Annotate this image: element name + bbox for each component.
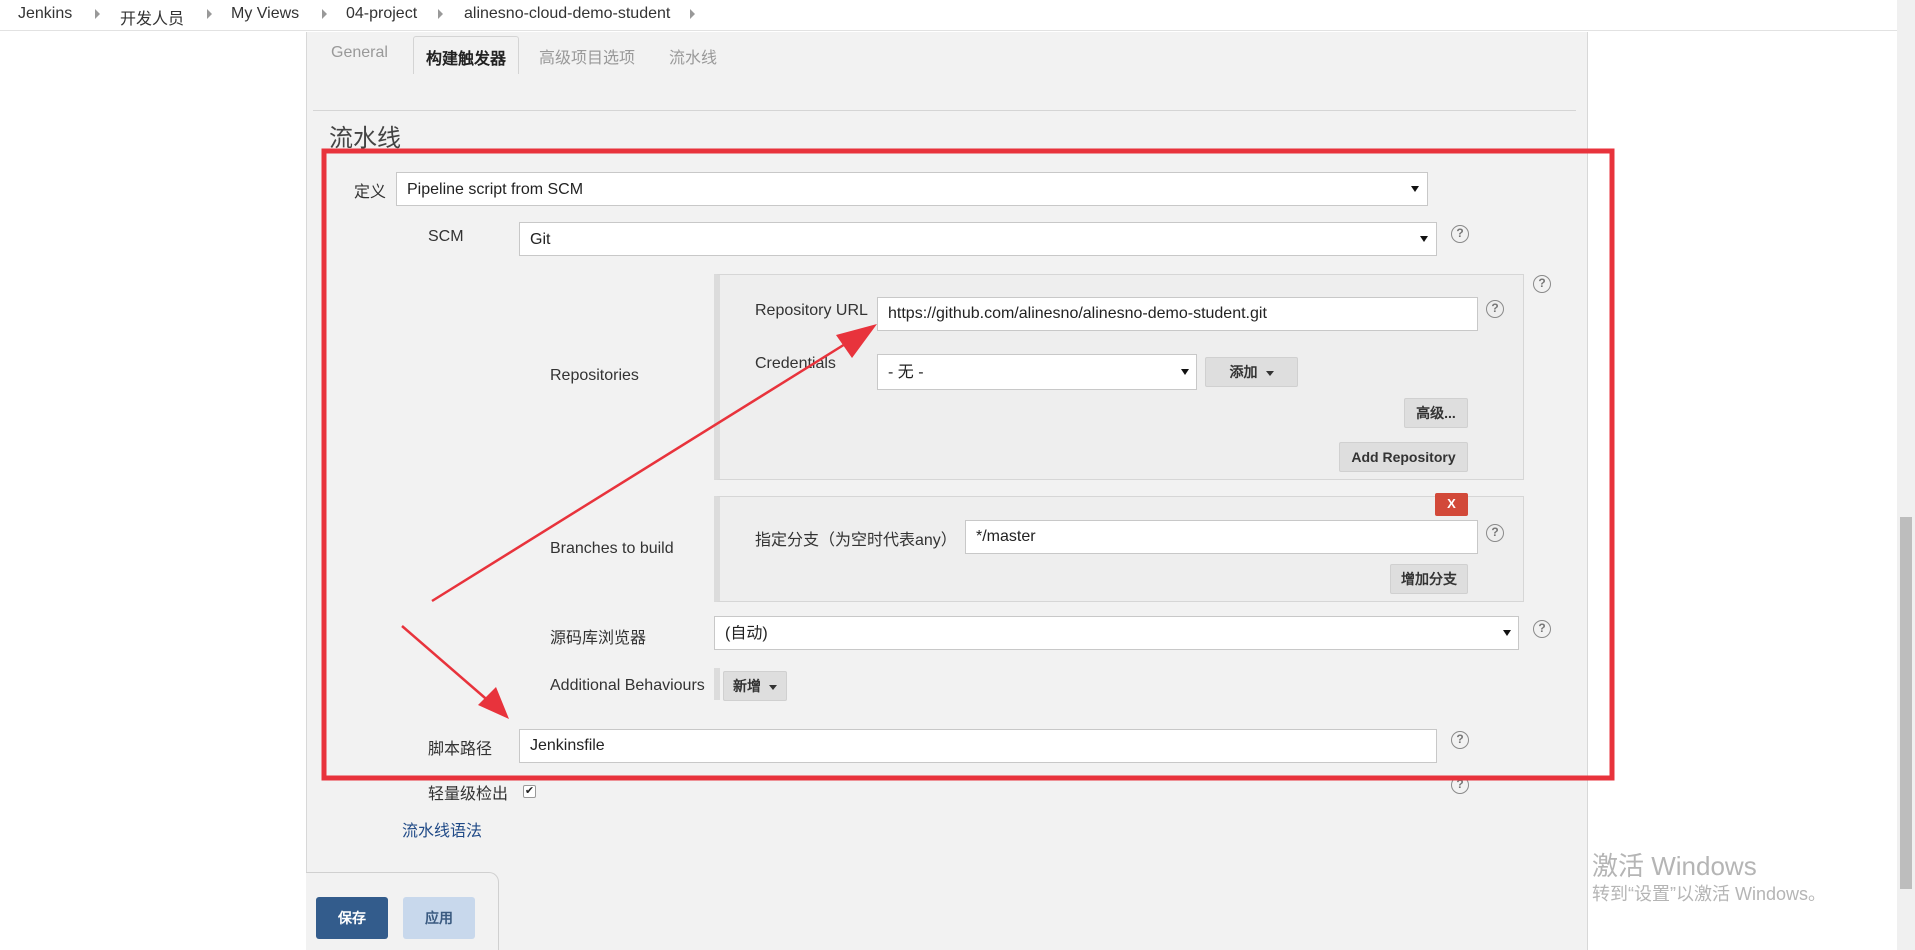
repository-url-label: Repository URL — [755, 302, 868, 319]
breadcrumb-arrow-icon[interactable] — [438, 9, 443, 19]
tab-build-triggers[interactable]: 构建触发器 — [413, 36, 520, 74]
breadcrumb-developers[interactable]: 开发人员 — [120, 5, 184, 29]
lightweight-checkout-label: 轻量级检出 — [428, 786, 509, 803]
definition-select[interactable]: Pipeline script from SCM — [396, 172, 1428, 206]
save-button[interactable]: 保存 — [316, 897, 388, 939]
script-path-input[interactable] — [519, 729, 1437, 763]
section-divider — [313, 110, 1576, 111]
chevron-down-icon — [769, 684, 777, 690]
add-behaviour-button[interactable]: 新增 — [723, 671, 787, 701]
credentials-select[interactable]: - 无 - — [877, 354, 1197, 390]
help-icon[interactable]: ? — [1533, 275, 1551, 293]
add-repository-button[interactable]: Add Repository — [1339, 442, 1468, 472]
config-tab-bar: General 构建触发器 高级项目选项 流水线 — [307, 32, 1589, 74]
breadcrumb-arrow-icon[interactable] — [690, 9, 695, 19]
repo-browser-label: 源码库浏览器 — [550, 630, 647, 647]
help-icon[interactable]: ? — [1486, 300, 1504, 318]
repo-browser-select[interactable]: (自动) — [714, 616, 1519, 650]
breadcrumb-jenkins[interactable]: Jenkins — [18, 5, 72, 23]
lightweight-checkout-checkbox[interactable]: ✔ — [523, 785, 536, 798]
advanced-button[interactable]: 高级... — [1404, 398, 1468, 428]
tab-advanced-project-options[interactable]: 高级项目选项 — [539, 44, 635, 68]
branches-label: Branches to build — [550, 540, 674, 557]
breadcrumb-arrow-icon[interactable] — [207, 9, 212, 19]
pipeline-syntax-link[interactable]: 流水线语法 — [402, 817, 482, 841]
definition-label: 定义 — [354, 184, 387, 201]
breadcrumb-job[interactable]: alinesno-cloud-demo-student — [464, 5, 670, 23]
credentials-label: Credentials — [755, 355, 836, 372]
breadcrumb-arrow-icon[interactable] — [322, 9, 327, 19]
pipeline-section-title: 流水线 — [329, 125, 401, 152]
help-icon[interactable]: ? — [1451, 776, 1469, 794]
branch-specifier-input[interactable] — [965, 520, 1478, 554]
breadcrumb-arrow-icon[interactable] — [95, 9, 100, 19]
branch-specifier-label: 指定分支（为空时代表any） — [755, 532, 957, 549]
tab-general[interactable]: General — [331, 44, 388, 62]
job-config-panel: General 构建触发器 高级项目选项 流水线 流水线 定义 Pipeline… — [306, 32, 1588, 950]
repository-url-input[interactable] — [877, 297, 1478, 331]
chevron-down-icon — [1265, 370, 1274, 376]
breadcrumb: Jenkins 开发人员 My Views 04-project alinesn… — [0, 0, 1915, 31]
scm-select[interactable]: Git — [519, 222, 1437, 256]
help-icon[interactable]: ? — [1451, 731, 1469, 749]
repositories-label: Repositories — [550, 367, 639, 384]
help-icon[interactable]: ? — [1533, 620, 1551, 638]
tab-pipeline[interactable]: 流水线 — [669, 44, 717, 68]
scm-label: SCM — [428, 228, 464, 245]
apply-button[interactable]: 应用 — [403, 897, 475, 939]
windows-activation-subtitle: 转到“设置”以激活 Windows。 — [1592, 884, 1827, 904]
page-scrollbar-thumb[interactable] — [1900, 517, 1912, 889]
add-credentials-label: 添加 — [1229, 364, 1258, 380]
help-icon[interactable]: ? — [1451, 225, 1469, 243]
help-icon[interactable]: ? — [1486, 524, 1504, 542]
delete-branch-button[interactable]: X — [1435, 493, 1468, 516]
breadcrumb-my-views[interactable]: My Views — [231, 5, 299, 23]
script-path-label: 脚本路径 — [428, 741, 493, 758]
bottom-action-bar: 保存 应用 — [306, 872, 499, 950]
additional-behaviours-label: Additional Behaviours — [550, 677, 705, 694]
add-branch-button[interactable]: 增加分支 — [1390, 564, 1468, 594]
windows-activation-title: 激活 Windows — [1592, 851, 1757, 881]
breadcrumb-project-folder[interactable]: 04-project — [346, 5, 417, 23]
add-credentials-button[interactable]: 添加 — [1205, 357, 1298, 387]
add-behaviour-label: 新增 — [733, 678, 761, 694]
